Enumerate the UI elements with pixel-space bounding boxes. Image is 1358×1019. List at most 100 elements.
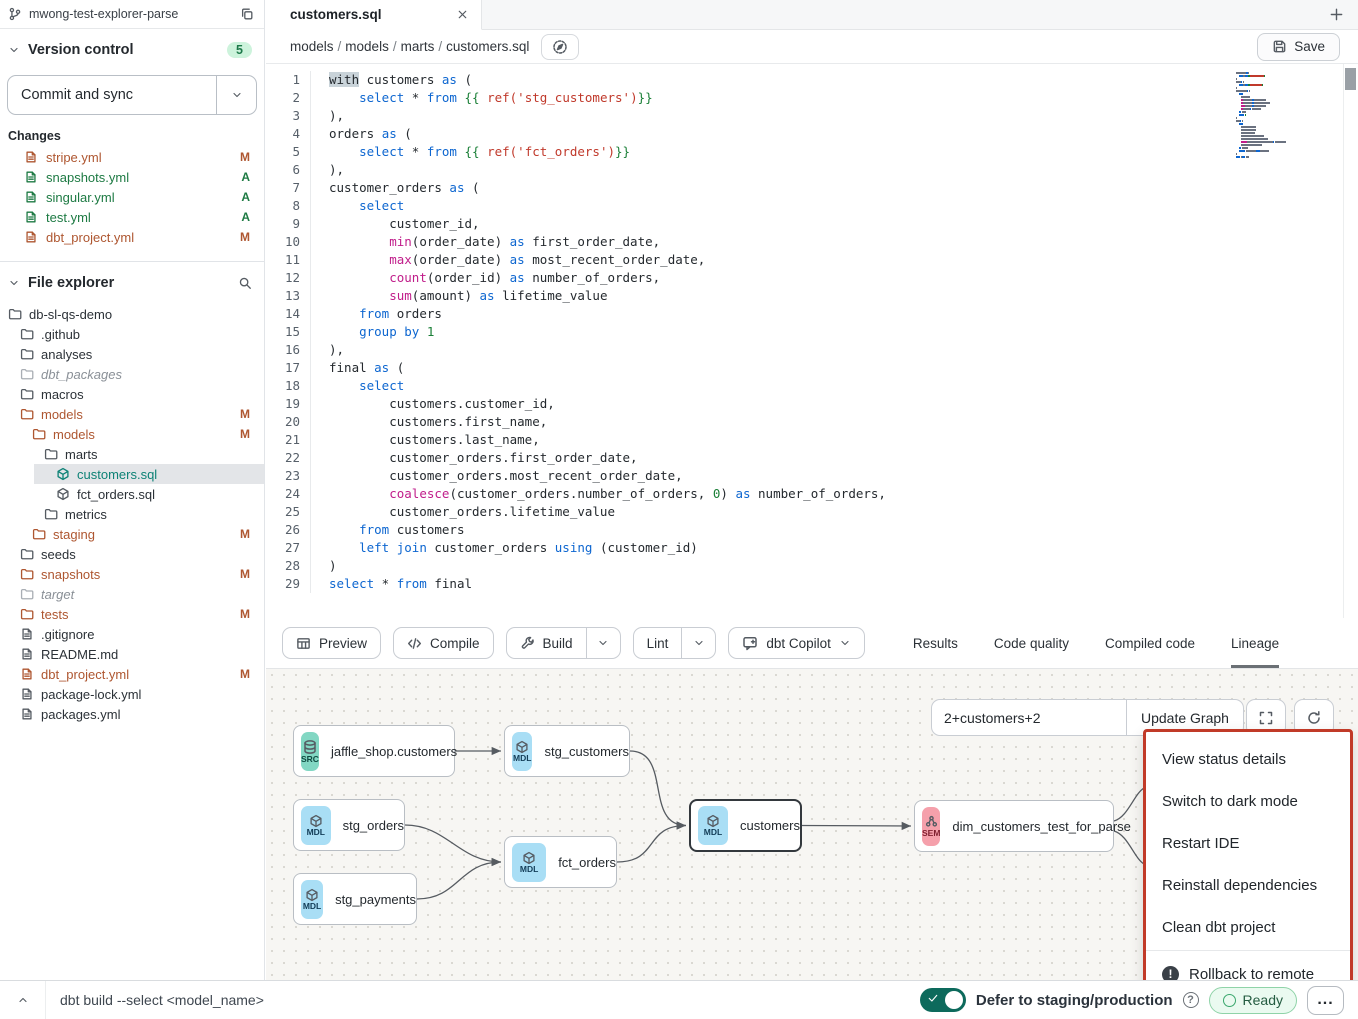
code-line[interactable]: 19 customers.customer_id, bbox=[266, 395, 1358, 413]
lineage-node-fct_orders[interactable]: MDL fct_orders bbox=[504, 836, 617, 888]
tree-item-packages.yml[interactable]: packages.yml bbox=[0, 704, 264, 724]
code-line[interactable]: 24 coalesce(customer_orders.number_of_or… bbox=[266, 485, 1358, 503]
commit-and-sync-label[interactable]: Commit and sync bbox=[8, 76, 216, 114]
code-line[interactable]: 15 group by 1 bbox=[266, 323, 1358, 341]
code-line[interactable]: 26 from customers bbox=[266, 521, 1358, 539]
tab-customers-sql[interactable]: customers.sql bbox=[266, 0, 482, 30]
tree-item-seeds[interactable]: seeds bbox=[0, 544, 264, 564]
code-line[interactable]: 29select * from final bbox=[266, 575, 1358, 593]
build-options-caret[interactable] bbox=[586, 628, 620, 658]
tree-item-db-sl-qs-demo[interactable]: db-sl-qs-demo bbox=[0, 304, 264, 324]
tree-item-marts[interactable]: marts bbox=[0, 444, 264, 464]
code-line[interactable]: 23 customer_orders.most_recent_order_dat… bbox=[266, 467, 1358, 485]
code-line[interactable]: 22 customer_orders.first_order_date, bbox=[266, 449, 1358, 467]
tree-item-metrics[interactable]: metrics bbox=[0, 504, 264, 524]
menu-item-clean-dbt-project[interactable]: Clean dbt project bbox=[1146, 906, 1350, 948]
code-line[interactable]: 1with customers as ( bbox=[266, 71, 1358, 89]
lineage-node-stg_orders[interactable]: MDL stg_orders bbox=[293, 799, 405, 851]
tree-item-tests[interactable]: testsM bbox=[0, 604, 264, 624]
preview-button[interactable]: Preview bbox=[282, 627, 381, 659]
chevron-down-icon[interactable] bbox=[8, 44, 20, 56]
commit-options-caret[interactable] bbox=[216, 76, 256, 114]
code-line[interactable]: 5 select * from {{ ref('fct_orders')}} bbox=[266, 143, 1358, 161]
dbt-copilot-button[interactable]: dbt Copilot bbox=[728, 627, 865, 659]
change-item-snapshots.yml[interactable]: snapshots.yml A bbox=[0, 167, 264, 187]
open-lineage-button[interactable] bbox=[541, 34, 579, 60]
lint-options-caret[interactable] bbox=[681, 628, 715, 658]
tree-item-fct_orders.sql[interactable]: fct_orders.sql bbox=[0, 484, 264, 504]
lineage-node-jaffle_shop.customers[interactable]: SRC jaffle_shop.customers bbox=[293, 725, 455, 777]
command-input[interactable]: dbt build --select <model_name> bbox=[60, 992, 264, 1008]
tree-item-analyses[interactable]: analyses bbox=[0, 344, 264, 364]
lint-button[interactable]: Lint bbox=[634, 628, 682, 658]
code-line[interactable]: 4orders as ( bbox=[266, 125, 1358, 143]
tab-compiled-code[interactable]: Compiled code bbox=[1105, 618, 1195, 668]
help-icon[interactable]: ? bbox=[1183, 992, 1199, 1008]
menu-item-restart-ide[interactable]: Restart IDE bbox=[1146, 822, 1350, 864]
breadcrumb-part-models[interactable]: models bbox=[290, 39, 334, 54]
tree-item-README.md[interactable]: README.md bbox=[0, 644, 264, 664]
tree-item-customers.sql[interactable]: customers.sql bbox=[34, 464, 264, 484]
minimap[interactable] bbox=[1236, 72, 1332, 159]
code-line[interactable]: 14 from orders bbox=[266, 305, 1358, 323]
tree-item-models[interactable]: modelsM bbox=[0, 404, 264, 424]
compile-button[interactable]: Compile bbox=[393, 627, 494, 659]
menu-item-reinstall-dependencies[interactable]: Reinstall dependencies bbox=[1146, 864, 1350, 906]
defer-toggle[interactable] bbox=[920, 988, 966, 1012]
lineage-node-customers[interactable]: MDL customers bbox=[689, 799, 802, 852]
menu-item-rollback-to-remote[interactable]: ! Rollback to remote bbox=[1146, 953, 1350, 980]
code-line[interactable]: 11 max(order_date) as most_recent_order_… bbox=[266, 251, 1358, 269]
code-line[interactable]: 3), bbox=[266, 107, 1358, 125]
editor-scrollbar[interactable] bbox=[1343, 64, 1358, 618]
menu-item-view-status-details[interactable]: View status details bbox=[1146, 738, 1350, 780]
change-item-stripe.yml[interactable]: stripe.yml M bbox=[0, 147, 264, 167]
code-line[interactable]: 16), bbox=[266, 341, 1358, 359]
chevron-down-icon[interactable] bbox=[8, 277, 20, 289]
collapse-panel-button[interactable] bbox=[0, 981, 46, 1019]
tree-item-staging[interactable]: stagingM bbox=[0, 524, 264, 544]
search-icon[interactable] bbox=[238, 276, 252, 290]
new-tab-button[interactable] bbox=[1314, 0, 1358, 29]
code-line[interactable]: 13 sum(amount) as lifetime_value bbox=[266, 287, 1358, 305]
code-line[interactable]: 25 customer_orders.lifetime_value bbox=[266, 503, 1358, 521]
lineage-search-input[interactable] bbox=[931, 699, 1127, 736]
breadcrumb-part-models[interactable]: models bbox=[345, 39, 389, 54]
tab-code-quality[interactable]: Code quality bbox=[994, 618, 1069, 668]
code-line[interactable]: 10 min(order_date) as first_order_date, bbox=[266, 233, 1358, 251]
version-control-header[interactable]: Version control 5 bbox=[0, 35, 264, 65]
more-options-button[interactable]: ... bbox=[1307, 986, 1344, 1015]
tab-lineage[interactable]: Lineage bbox=[1231, 618, 1279, 668]
code-line[interactable]: 28) bbox=[266, 557, 1358, 575]
commit-and-sync-button[interactable]: Commit and sync bbox=[7, 75, 257, 115]
save-button[interactable]: Save bbox=[1257, 33, 1340, 61]
tree-item-models[interactable]: modelsM bbox=[0, 424, 264, 444]
menu-item-switch-to-dark-mode[interactable]: Switch to dark mode bbox=[1146, 780, 1350, 822]
code-line[interactable]: 12 count(order_id) as number_of_orders, bbox=[266, 269, 1358, 287]
change-item-dbt_project.yml[interactable]: dbt_project.yml M bbox=[0, 227, 264, 247]
tree-item-.gitignore[interactable]: .gitignore bbox=[0, 624, 264, 644]
lineage-node-stg_customers[interactable]: MDL stg_customers bbox=[504, 725, 630, 777]
change-item-singular.yml[interactable]: singular.yml A bbox=[0, 187, 264, 207]
breadcrumb-part-customers.sql[interactable]: customers.sql bbox=[446, 39, 529, 54]
file-explorer-header[interactable]: File explorer bbox=[0, 268, 264, 298]
code-line[interactable]: 20 customers.first_name, bbox=[266, 413, 1358, 431]
code-line[interactable]: 7customer_orders as ( bbox=[266, 179, 1358, 197]
lineage-node-stg_payments[interactable]: MDL stg_payments bbox=[293, 873, 417, 925]
code-line[interactable]: 6), bbox=[266, 161, 1358, 179]
tree-item-target[interactable]: target bbox=[0, 584, 264, 604]
tab-results[interactable]: Results bbox=[913, 618, 958, 668]
tree-item-dbt_packages[interactable]: dbt_packages bbox=[0, 364, 264, 384]
breadcrumb-part-marts[interactable]: marts bbox=[401, 39, 435, 54]
change-item-test.yml[interactable]: test.yml A bbox=[0, 207, 264, 227]
code-line[interactable]: 8 select bbox=[266, 197, 1358, 215]
editor-scrollbar-thumb[interactable] bbox=[1345, 68, 1356, 90]
code-line[interactable]: 9 customer_id, bbox=[266, 215, 1358, 233]
code-line[interactable]: 21 customers.last_name, bbox=[266, 431, 1358, 449]
code-line[interactable]: 18 select bbox=[266, 377, 1358, 395]
lineage-node-dim_customers_test_for_parse[interactable]: SEM dim_customers_test_for_parse bbox=[914, 800, 1114, 852]
code-line[interactable]: 17final as ( bbox=[266, 359, 1358, 377]
tree-item-macros[interactable]: macros bbox=[0, 384, 264, 404]
tree-item-package-lock.yml[interactable]: package-lock.yml bbox=[0, 684, 264, 704]
build-button[interactable]: Build bbox=[507, 628, 586, 658]
code-line[interactable]: 27 left join customer_orders using (cust… bbox=[266, 539, 1358, 557]
